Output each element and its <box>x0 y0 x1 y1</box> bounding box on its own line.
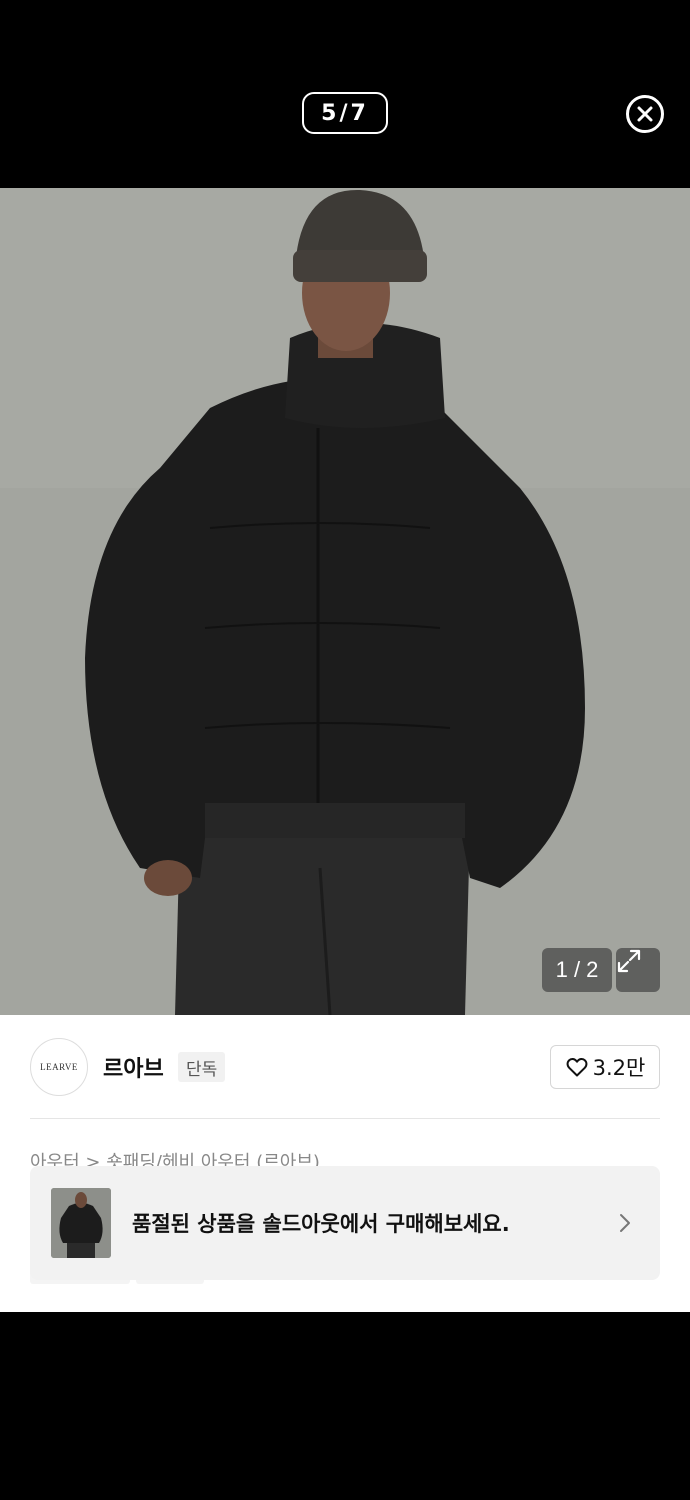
product-photo[interactable]: 1 / 2 <box>0 188 690 1015</box>
divider <box>30 1118 660 1119</box>
close-button[interactable] <box>626 95 664 133</box>
like-count: 3.2만 <box>592 1056 646 1080</box>
model-illustration <box>0 188 690 1015</box>
page-counter: 5/7 <box>302 92 388 134</box>
banner-text: 품절된 상품을 솔드아웃에서 구매해보세요. <box>132 1212 510 1236</box>
soldout-banner[interactable]: 품절된 상품을 솔드아웃에서 구매해보세요. <box>30 1166 660 1280</box>
breadcrumb[interactable]: 아우터 > 숏패딩/헤비 아우터 (르아브) <box>30 1148 660 1166</box>
image-counter: 1 / 2 <box>542 948 612 992</box>
chevron-right-icon <box>620 1214 630 1232</box>
brand-logo[interactable]: LEARVE <box>30 1038 88 1096</box>
like-button[interactable]: 3.2만 <box>550 1045 660 1089</box>
bottom-backdrop <box>0 1312 690 1500</box>
brand-row: LEARVE 르아브 단독 3.2만 <box>30 1038 660 1096</box>
banner-thumbnail <box>51 1188 111 1258</box>
expand-button[interactable] <box>616 948 660 992</box>
close-icon <box>637 106 653 122</box>
heart-icon <box>566 1057 588 1077</box>
app-root: 5/7 1 / 2 LEARVE 르아브 단독 3.2만 아우터 > 숏패딩/헤… <box>0 0 690 1500</box>
exclusive-badge: 단독 <box>178 1052 226 1082</box>
expand-icon <box>617 949 641 973</box>
brand-name[interactable]: 르아브 <box>103 1051 164 1083</box>
product-card: 1 / 2 LEARVE 르아브 단독 3.2만 아우터 > 숏패딩/헤비 아우… <box>0 188 690 1312</box>
viewer-header: 5/7 <box>0 0 690 186</box>
